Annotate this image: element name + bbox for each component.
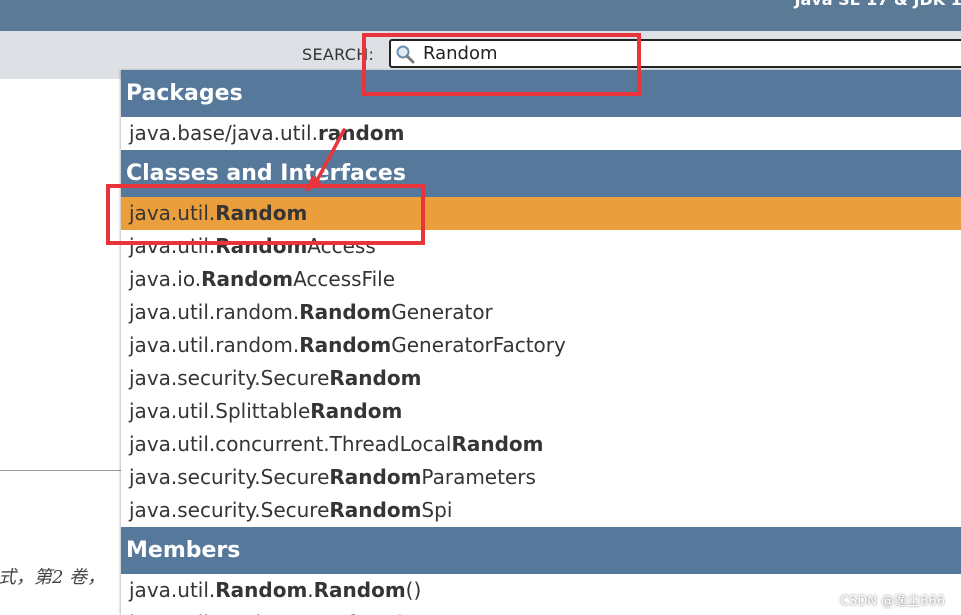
result-suffix: Generator (391, 300, 493, 324)
category-packages: Packages (121, 70, 961, 117)
result-suffix: Parameters (421, 465, 536, 489)
result-match: Random (215, 234, 308, 258)
class-result-item-selected[interactable]: java.util.Random (121, 197, 961, 230)
class-result-item[interactable]: java.util.SplittableRandom (121, 395, 961, 428)
member-result-item[interactable]: java.util.Random.Random() (121, 574, 961, 607)
search-results-dropdown: Packages java.base/java.util.random Clas… (121, 70, 961, 615)
content-divider (0, 470, 121, 471)
class-result-item[interactable]: java.security.SecureRandomParameters (121, 461, 961, 494)
result-suffix: Access (307, 234, 376, 258)
result-match: Random (215, 578, 308, 602)
class-result-item[interactable]: java.util.random.RandomGenerator (121, 296, 961, 329)
result-match: Random (299, 611, 391, 615)
result-match: Random (299, 300, 392, 324)
result-prefix: java.util.Splittable (129, 399, 311, 423)
result-prefix: java.security.Secure (129, 465, 330, 489)
result-match: random (317, 121, 405, 145)
doc-title: Java SE 17 & JDK 17 (795, 0, 961, 9)
result-match: Random (299, 333, 392, 357)
class-result-item[interactable]: java.util.random.RandomGeneratorFactory (121, 329, 961, 362)
class-result-item[interactable]: java.io.RandomAccessFile (121, 263, 961, 296)
result-suffix: Spi (421, 498, 453, 522)
result-prefix: java.util.random. (129, 611, 299, 615)
search-icon (396, 45, 415, 64)
class-result-item[interactable]: java.security.SecureRandom (121, 362, 961, 395)
page-text-fragment: 式，第2 卷， (0, 567, 106, 588)
result-suffix: GeneratorFactory (391, 333, 566, 357)
class-result-item[interactable]: java.util.concurrent.ThreadLocalRandom (121, 428, 961, 461)
search-value: Random (423, 43, 498, 64)
top-navigation-bar: Java SE 17 & JDK 17 (0, 0, 961, 31)
result-suffix: () (405, 578, 422, 602)
result-prefix: java.util. (129, 234, 216, 258)
result-suffix: Generator (391, 611, 493, 615)
category-classes: Classes and Interfaces (121, 150, 961, 197)
result-match2: Random (313, 578, 406, 602)
category-members: Members (121, 527, 961, 574)
package-result-item[interactable]: java.base/java.util.random (121, 117, 961, 150)
result-prefix: java.util. (129, 578, 216, 602)
result-prefix: java.io. (129, 267, 202, 291)
result-match: Random (201, 267, 294, 291)
member-result-item[interactable]: java.util.random.RandomGenerator (121, 607, 961, 615)
search-label: SEARCH: (302, 45, 375, 64)
result-prefix: java.base/java.util. (129, 121, 318, 145)
result-match: Random (329, 465, 422, 489)
result-prefix: java.security.Secure (129, 498, 330, 522)
result-match: Random (451, 432, 544, 456)
result-match: Random (329, 366, 422, 390)
result-match: Random (329, 498, 422, 522)
class-result-item[interactable]: java.security.SecureRandomSpi (121, 494, 961, 527)
result-prefix: java.util.concurrent.ThreadLocal (129, 432, 452, 456)
result-prefix: java.util. (129, 201, 216, 225)
result-prefix: java.util.random. (129, 300, 300, 324)
result-match: Random (310, 399, 403, 423)
result-suffix: AccessFile (293, 267, 396, 291)
class-result-item[interactable]: java.util.RandomAccess (121, 230, 961, 263)
search-input[interactable]: Random (389, 39, 961, 68)
result-match: Random (215, 201, 308, 225)
result-prefix: java.security.Secure (129, 366, 330, 390)
watermark: CSDN @逸尘666 (839, 594, 945, 609)
result-prefix: java.util.random. (129, 333, 300, 357)
